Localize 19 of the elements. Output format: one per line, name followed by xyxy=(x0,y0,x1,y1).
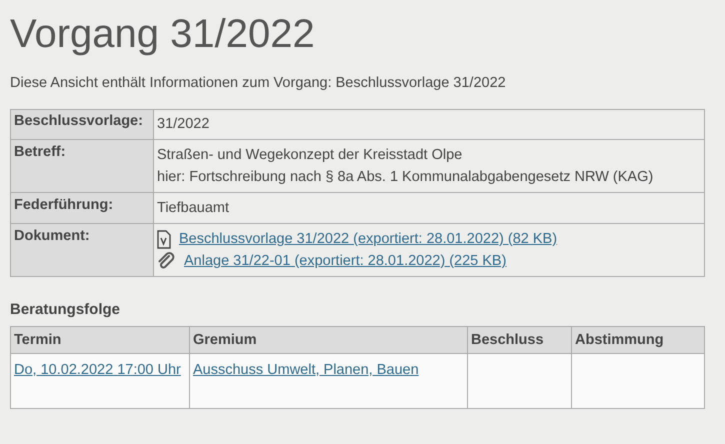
column-header: Gremium xyxy=(190,326,468,354)
detail-label: Beschlussvorlage: xyxy=(10,110,154,140)
detail-label: Federführung: xyxy=(10,192,154,224)
column-header: Beschluss xyxy=(468,326,572,354)
column-header: Abstimmung xyxy=(572,326,704,354)
page-title: Vorgang 31/2022 xyxy=(10,12,316,57)
paperclip-icon xyxy=(157,252,176,270)
detail-value: 31/2022 xyxy=(157,115,210,134)
document-link[interactable]: Beschlussvorlage 31/2022 (exportiert: 28.01.2022) (82 KB) xyxy=(179,228,558,250)
document-icon xyxy=(157,230,171,248)
detail-value: Tiefbauamt xyxy=(157,199,230,218)
detail-label: Dokument: xyxy=(10,224,154,276)
document-link[interactable]: Anlage 31/22-01 (exportiert: 28.01.2022) (225 KB) xyxy=(184,250,506,272)
column-header: Termin xyxy=(10,326,190,354)
detail-label: Betreff: xyxy=(10,140,154,192)
section-heading: Beratungsfolge xyxy=(10,301,122,318)
intro-text: Diese Ansicht enthält Informationen zum Vorgang: Beschlussvorlage 31/2022 xyxy=(10,75,507,91)
detail-value: Straßen- und Wegekonzept der Kreisstadt Olpe xyxy=(157,146,464,165)
detail-value: hier: Fortschreibung nach § 8a Abs. 1 Kommunalabgabengesetz NRW (KAG) xyxy=(157,168,654,187)
